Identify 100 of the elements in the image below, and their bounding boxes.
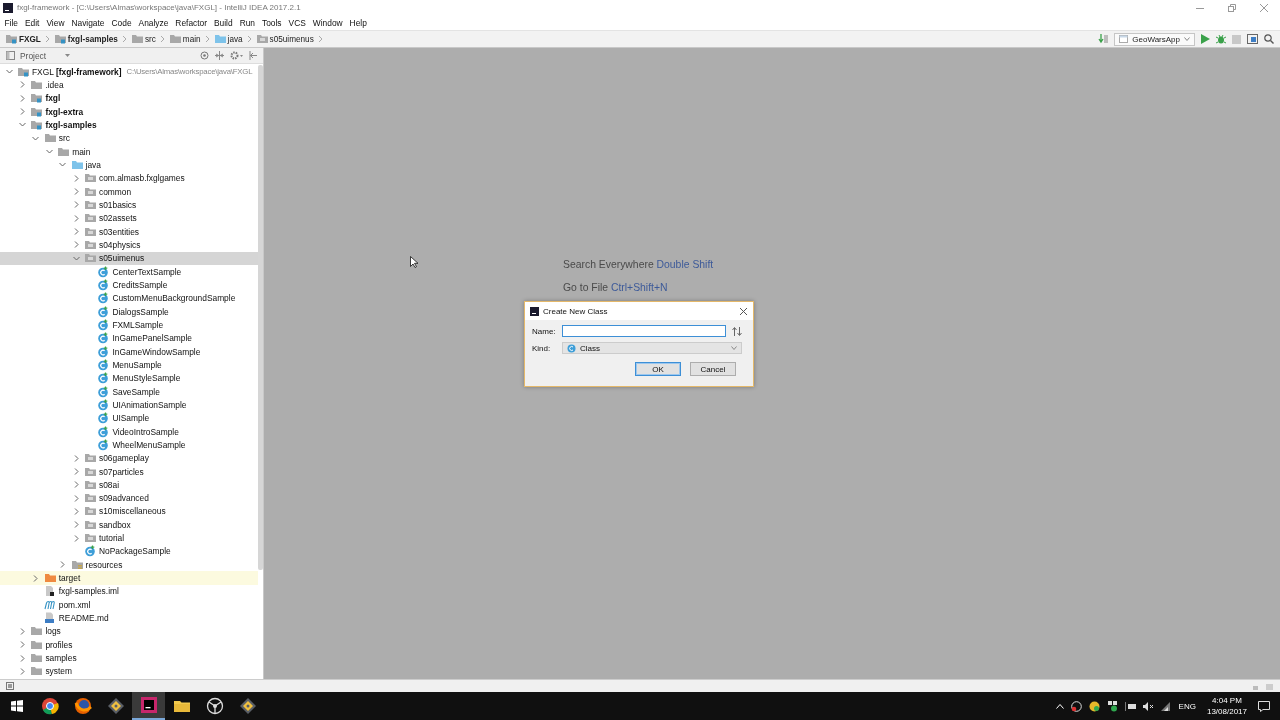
menu-item[interactable]: Analyze [135, 17, 172, 28]
menu-item[interactable]: File [1, 17, 22, 28]
clock-time[interactable]: 4:04 PM [1212, 695, 1242, 706]
tree-item[interactable]: sandbox [0, 518, 258, 532]
kind-dropdown[interactable]: Class [562, 342, 742, 354]
dialog-button[interactable]: OK [635, 362, 681, 376]
menu-item[interactable]: Tools [258, 17, 286, 28]
tree-item[interactable]: CustomMenuBackgroundSample [0, 291, 258, 305]
package-folder-icon [84, 238, 96, 251]
tree-item[interactable]: java [0, 158, 258, 172]
tree-item[interactable]: s01basics [0, 198, 258, 212]
file-icon [43, 585, 56, 598]
tree-item[interactable]: tutorial [0, 531, 258, 545]
tree-item[interactable]: s03entities [0, 224, 258, 239]
sort-icon [732, 326, 742, 336]
class-icon [97, 278, 110, 291]
tree-item[interactable]: InGameWindowSample [0, 344, 258, 359]
tree-item[interactable]: logs [0, 624, 258, 639]
file-icon [43, 598, 56, 611]
build-icon [1098, 34, 1109, 44]
caret-icon [65, 54, 71, 57]
tree-item[interactable]: target [0, 571, 258, 585]
panel-icon [6, 51, 15, 60]
tree-item[interactable]: MenuSample [0, 358, 258, 372]
tree-item[interactable]: pom.xml [0, 598, 258, 612]
package-folder-icon [84, 225, 96, 238]
bug-icon [1216, 34, 1226, 44]
class-icon [97, 398, 110, 411]
tree-item[interactable]: s10miscellaneous [0, 504, 258, 519]
menu-item[interactable]: View [42, 17, 68, 28]
breadcrumb[interactable]: FXGL [5, 33, 41, 45]
tree-item[interactable]: NoPackageSample [0, 544, 258, 559]
menu-item[interactable]: Help [346, 17, 371, 28]
breadcrumb[interactable]: s05uimenus [255, 33, 314, 45]
package-folder-icon [84, 172, 96, 185]
tree-item[interactable]: UISample [0, 411, 258, 425]
tree-item[interactable]: common [0, 184, 258, 199]
tree-item[interactable]: profiles [0, 638, 258, 652]
tree-item[interactable]: InGamePanelSample [0, 331, 258, 345]
menu-item[interactable]: Build [210, 17, 237, 28]
tree-item[interactable]: fxgl-samples.iml [0, 584, 258, 599]
tree-item[interactable]: MenuStyleSample [0, 371, 258, 385]
breadcrumb[interactable]: src [130, 33, 156, 45]
folder-icon [43, 132, 56, 145]
breadcrumb[interactable]: java [213, 33, 243, 45]
tree-item[interactable]: WheelMenuSample [0, 438, 258, 452]
menu-item[interactable]: Edit [21, 17, 43, 28]
tree-item[interactable]: s07particles [0, 464, 258, 479]
menu-item[interactable]: Navigate [67, 17, 108, 28]
tree-item[interactable]: samples [0, 651, 258, 665]
network-drive-icon [1124, 701, 1136, 711]
tree-item[interactable]: s04physics [0, 238, 258, 252]
tree-item[interactable]: SaveSample [0, 384, 258, 399]
settings-icon [230, 51, 243, 60]
browser-icon [40, 697, 59, 715]
tree-item[interactable]: CreditsSample [0, 278, 258, 292]
menu-item[interactable]: Run [236, 17, 259, 28]
breadcrumb[interactable]: fxgl-samples [53, 33, 118, 45]
run-config-dropdown[interactable]: GeoWarsApp [1114, 32, 1195, 46]
language-indicator[interactable]: ENG [1178, 701, 1196, 711]
tree-item[interactable]: VideoIntroSample [0, 424, 258, 439]
tree-item[interactable]: FXMLSample [0, 318, 258, 332]
tree-item[interactable]: main [0, 144, 258, 159]
folder-icon [57, 145, 70, 158]
tree-item[interactable]: s05uimenus [0, 251, 258, 265]
tree-item[interactable]: s09advanced [0, 491, 258, 505]
dialog-button[interactable]: Cancel [690, 362, 736, 376]
menu-item[interactable]: Refactor [171, 17, 211, 28]
menu-item[interactable]: Code [108, 17, 136, 28]
window-icon [1119, 35, 1129, 43]
view-selector[interactable]: Project [6, 50, 71, 61]
tree-item[interactable]: s06gameplay [0, 451, 258, 465]
name-field[interactable] [562, 325, 726, 337]
tree-item[interactable]: system [0, 664, 258, 679]
menu-item[interactable]: VCS [285, 17, 310, 28]
tree-item[interactable]: fxgl-samples [0, 118, 258, 132]
taskbar-app[interactable] [132, 692, 165, 720]
search-icon [1264, 34, 1274, 44]
tree-item[interactable]: CenterTextSample [0, 264, 258, 279]
tree-item[interactable]: resources [0, 558, 258, 572]
app-logo-icon [530, 306, 539, 316]
tree-item[interactable]: s08ai [0, 478, 258, 492]
tree-item[interactable]: s02assets [0, 211, 258, 225]
clock-date[interactable]: 13/08/2017 [1206, 706, 1247, 717]
tree-item[interactable]: UIAnimationSample [0, 398, 258, 412]
tree-item[interactable]: README.md [0, 611, 258, 625]
tree-item[interactable]: DialogsSample [0, 304, 258, 319]
tree-item[interactable]: fxgl-extra [0, 105, 258, 119]
tree-item[interactable]: fxgl [0, 91, 258, 105]
tree-item[interactable]: com.almasb.fxglgames [0, 171, 258, 185]
chevron-icon [317, 35, 323, 43]
breadcrumb[interactable]: main [168, 33, 201, 45]
class-icon [97, 345, 110, 358]
tree-item[interactable]: src [0, 131, 258, 145]
tree-item[interactable]: .idea [0, 78, 258, 92]
app-icon [139, 696, 158, 714]
volume-muted-icon [1142, 701, 1154, 711]
scrollbar-thumb[interactable] [258, 65, 263, 570]
menu-item[interactable]: Window [309, 17, 347, 28]
package-folder-icon [84, 252, 96, 265]
